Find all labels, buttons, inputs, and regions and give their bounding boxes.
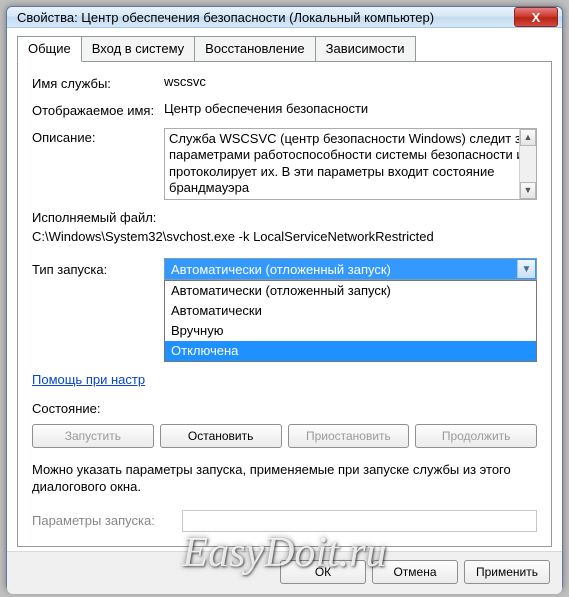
startup-params-label: Параметры запуска: xyxy=(32,513,182,528)
help-link[interactable]: Помощь при настр xyxy=(32,372,145,387)
description-scrollbar[interactable]: ▲ ▼ xyxy=(519,129,536,199)
dropdown-arrow-icon[interactable]: ▼ xyxy=(517,260,535,278)
startup-type-row: Тип запуска: Автоматически (отложенный з… xyxy=(32,258,537,280)
properties-dialog: Свойства: Центр обеспечения безопасности… xyxy=(6,6,563,591)
description-text: Служба WSCSVC (центр безопасности Window… xyxy=(169,131,528,195)
dropdown-item-auto-delayed[interactable]: Автоматически (отложенный запуск) xyxy=(165,281,536,301)
executable-label: Исполняемый файл: xyxy=(32,210,537,225)
service-name-label: Имя службы: xyxy=(32,74,164,91)
tab-logon[interactable]: Вход в систему xyxy=(81,36,195,61)
dropdown-item-manual[interactable]: Вручную xyxy=(165,321,536,341)
resume-button[interactable]: Продолжить xyxy=(415,424,537,448)
state-label: Состояние: xyxy=(32,401,164,416)
startup-type-combo[interactable]: Автоматически (отложенный запуск) ▼ xyxy=(164,258,537,280)
startup-type-dropdown: Автоматически (отложенный запуск) Автома… xyxy=(164,280,537,362)
tab-recovery[interactable]: Восстановление xyxy=(194,36,315,61)
startup-type-selected: Автоматически (отложенный запуск) xyxy=(165,259,536,279)
startup-type-label: Тип запуска: xyxy=(32,262,164,277)
scroll-down-icon[interactable]: ▼ xyxy=(520,182,536,199)
dialog-footer: ОК Отмена Применить xyxy=(7,551,562,594)
titlebar[interactable]: Свойства: Центр обеспечения безопасности… xyxy=(7,7,562,28)
close-button[interactable]: X xyxy=(514,7,558,27)
tab-panel-general: Имя службы: wscsvc Отображаемое имя: Цен… xyxy=(17,61,552,547)
dropdown-item-disabled[interactable]: Отключена xyxy=(165,341,536,361)
tab-general[interactable]: Общие xyxy=(17,36,82,62)
executable-path: C:\Windows\System32\svchost.exe -k Local… xyxy=(32,229,537,244)
apply-button[interactable]: Применить xyxy=(464,560,550,584)
close-icon: X xyxy=(532,10,541,25)
pause-button[interactable]: Приостановить xyxy=(288,424,410,448)
startup-params-note: Можно указать параметры запуска, применя… xyxy=(32,462,537,496)
stop-button[interactable]: Остановить xyxy=(160,424,282,448)
service-name-value: wscsvc xyxy=(164,74,537,89)
service-control-buttons: Запустить Остановить Приостановить Продо… xyxy=(32,424,537,448)
cancel-button[interactable]: Отмена xyxy=(372,560,458,584)
ok-button[interactable]: ОК xyxy=(280,560,366,584)
display-name-label: Отображаемое имя: xyxy=(32,101,164,118)
tab-strip: Общие Вход в систему Восстановление Зави… xyxy=(17,36,552,61)
dialog-content: Общие Вход в систему Восстановление Зави… xyxy=(7,28,562,551)
start-button[interactable]: Запустить xyxy=(32,424,154,448)
scroll-up-icon[interactable]: ▲ xyxy=(520,129,536,146)
description-box: Служба WSCSVC (центр безопасности Window… xyxy=(164,128,537,200)
tab-dependencies[interactable]: Зависимости xyxy=(315,36,416,61)
display-name-value: Центр обеспечения безопасности xyxy=(164,101,537,116)
startup-params-input[interactable] xyxy=(182,510,537,532)
window-title: Свойства: Центр обеспечения безопасности… xyxy=(17,10,514,25)
description-label: Описание: xyxy=(32,128,164,145)
dropdown-item-auto[interactable]: Автоматически xyxy=(165,301,536,321)
